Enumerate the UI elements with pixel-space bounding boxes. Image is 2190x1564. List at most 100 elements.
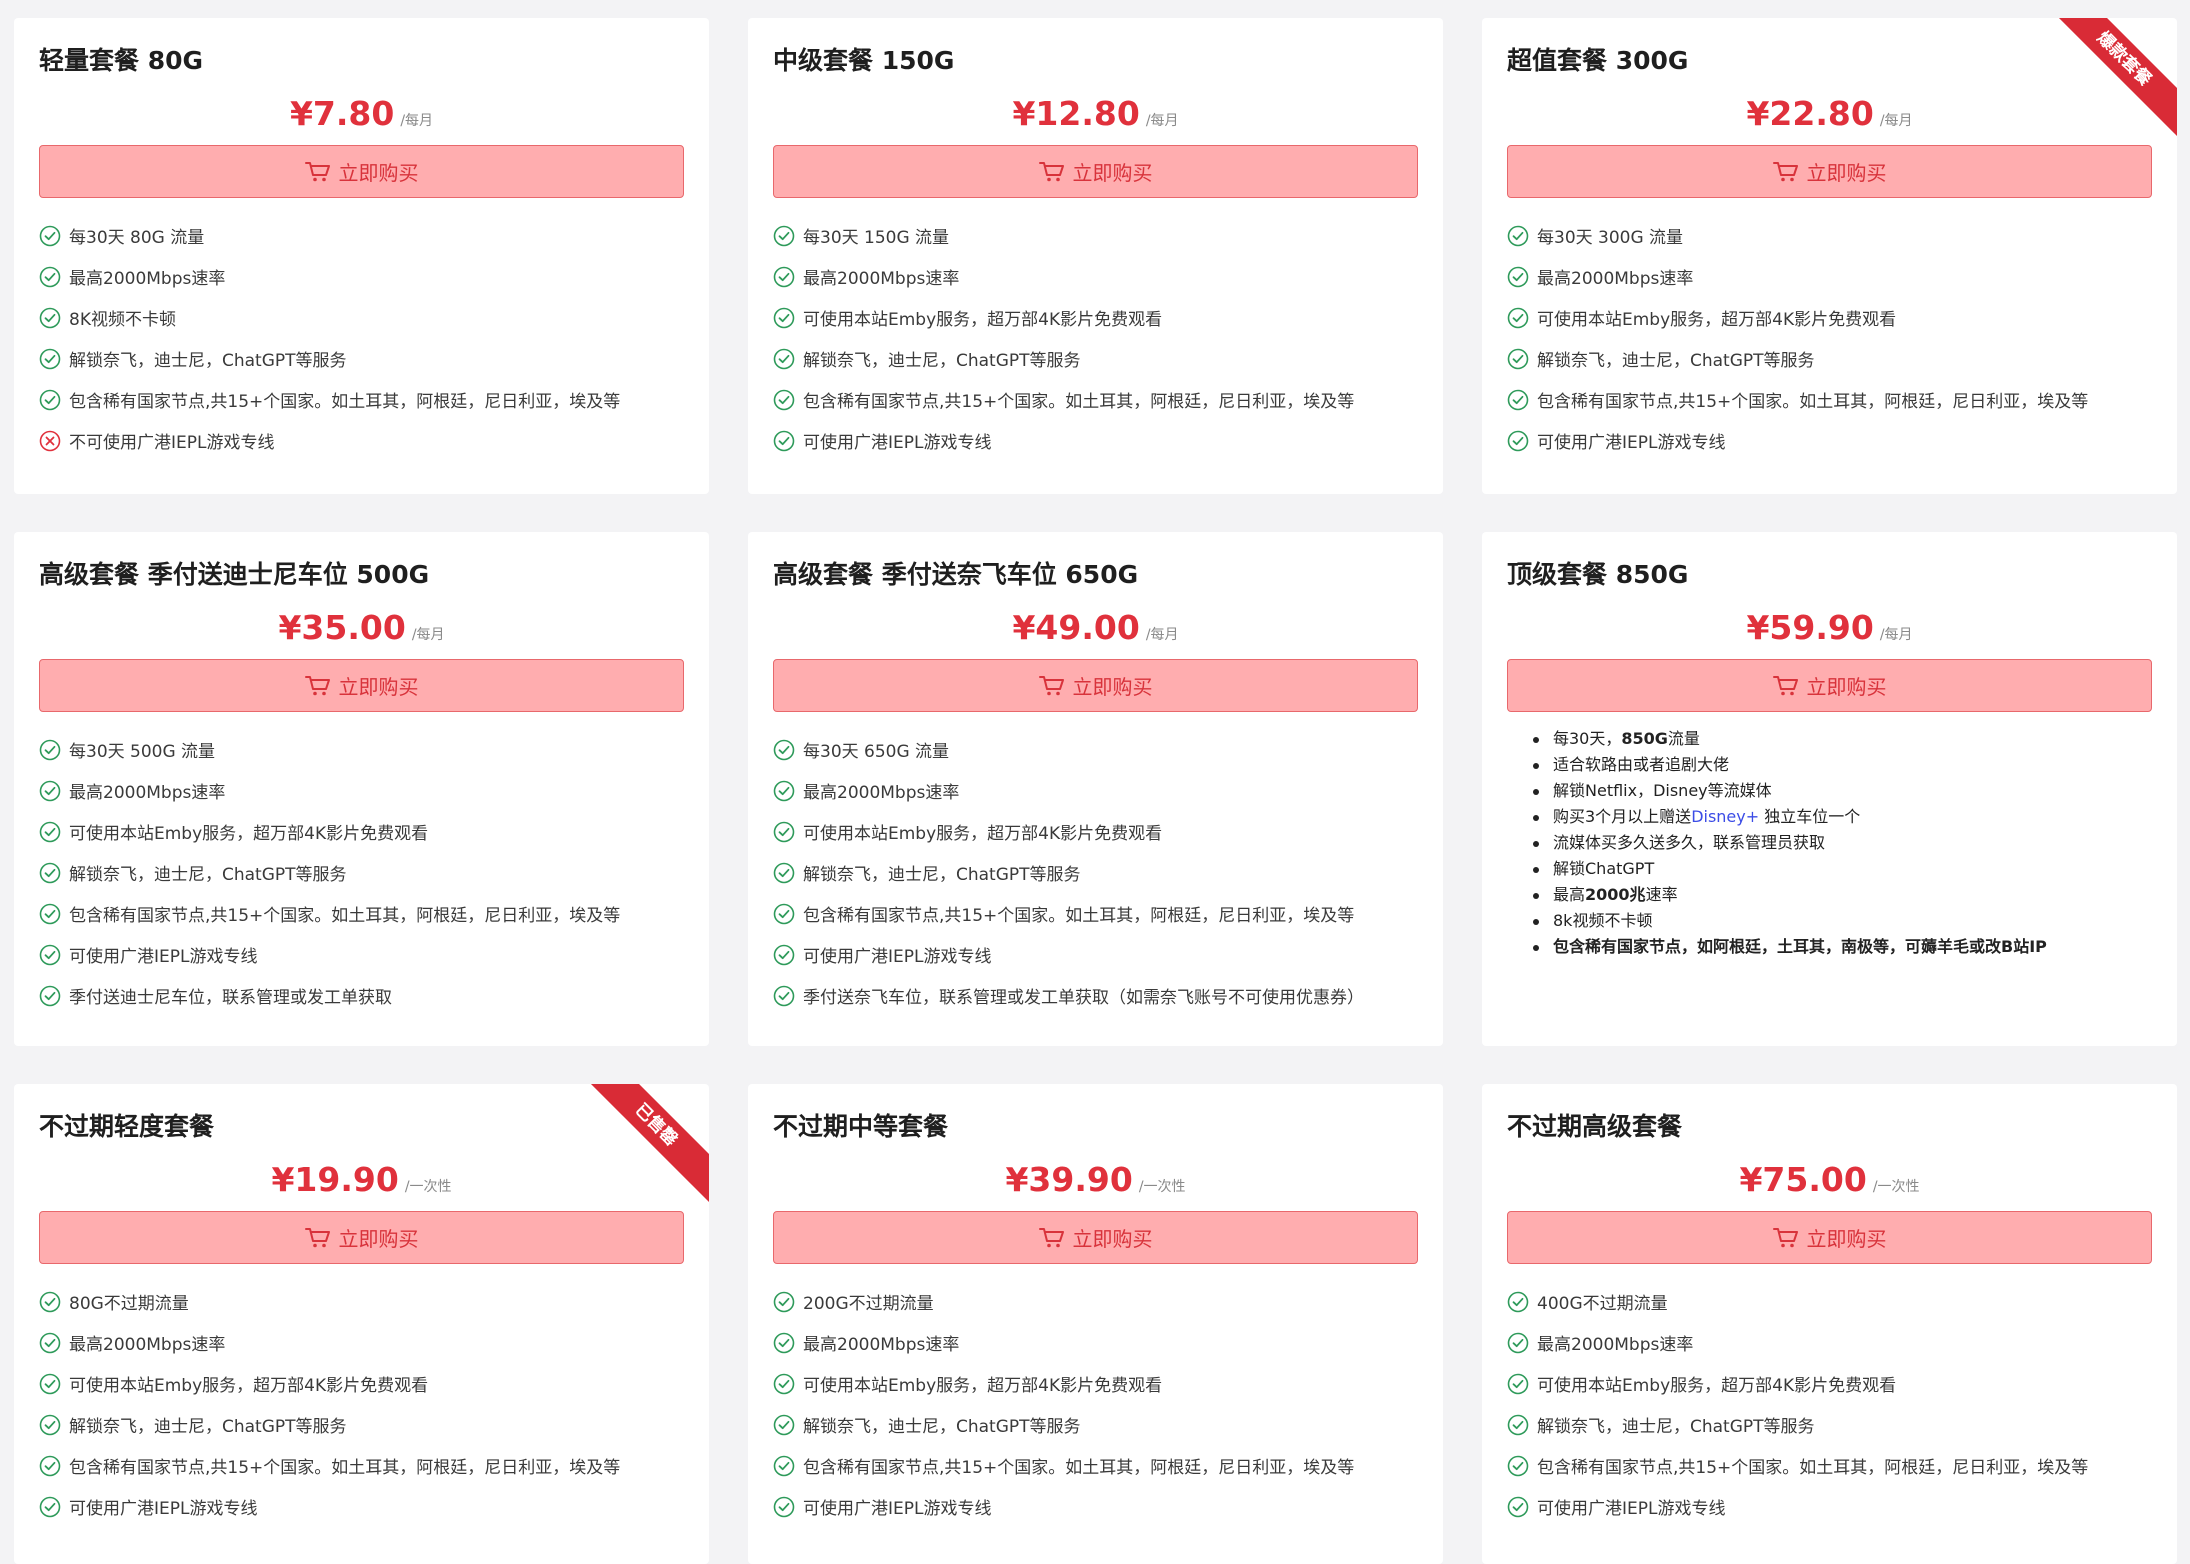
buy-button[interactable]: 立即购买: [773, 659, 1418, 712]
feature-text: 可使用广港IEPL游戏专线: [69, 947, 258, 967]
feature-item: 最高2000Mbps速率: [773, 1322, 1418, 1363]
feature-item: 包含稀有国家节点,共15+个国家。如土耳其，阿根廷，尼日利亚，埃及等: [39, 893, 684, 934]
feature-item: 最高2000Mbps速率: [39, 1322, 684, 1363]
bullet-item: 解锁ChatGPT: [1533, 856, 2152, 882]
cart-icon: [1772, 675, 1798, 695]
check-circle-icon: [1507, 307, 1529, 328]
price-row: ¥49.00/每月: [773, 603, 1418, 653]
buy-button[interactable]: 立即购买: [1507, 145, 2152, 198]
feature-text: 每30天 80G 流量: [69, 228, 205, 248]
feature-text: 包含稀有国家节点,共15+个国家。如土耳其，阿根廷，尼日利亚，埃及等: [803, 906, 1355, 926]
feature-list: 每30天 650G 流量 最高2000Mbps速率 可使用本站Emby服务，超万部4…: [773, 729, 1418, 1016]
check-circle-icon: [39, 348, 61, 369]
plan-period: /每月: [1879, 627, 1913, 643]
check-circle-icon: [39, 903, 61, 924]
bullet-item: 解锁Netflix，Disney等流媒体: [1533, 778, 2152, 804]
feature-item: 最高2000Mbps速率: [773, 770, 1418, 811]
bullet-pre: 购买3个月以上赠送: [1553, 807, 1692, 826]
check-circle-icon: [39, 739, 61, 760]
bullet-item: 8k视频不卡顿: [1533, 908, 2152, 934]
feature-item: 可使用本站Emby服务，超万部4K影片免费观看: [773, 297, 1418, 338]
cart-icon: [304, 1227, 330, 1247]
feature-text: 可使用广港IEPL游戏专线: [69, 1499, 258, 1519]
buy-button[interactable]: 立即购买: [1507, 1211, 2152, 1264]
feature-text: 包含稀有国家节点,共15+个国家。如土耳其，阿根廷，尼日利亚，埃及等: [1537, 392, 2089, 412]
feature-list: 80G不过期流量 最高2000Mbps速率 可使用本站Emby服务，超万部4K影片免…: [39, 1281, 684, 1527]
check-circle-icon: [773, 1291, 795, 1312]
feature-text: 解锁奈飞，迪士尼，ChatGPT等服务: [69, 351, 347, 371]
check-circle-icon: [773, 348, 795, 369]
bullet-pre: 最高: [1553, 885, 1586, 904]
plan-price: ¥22.80: [1746, 94, 1874, 133]
feature-item: 解锁奈飞，迪士尼，ChatGPT等服务: [1507, 338, 2152, 379]
check-circle-icon: [39, 266, 61, 287]
feature-text: 季付送奈飞车位，联系管理或发工单获取（如需奈飞账号不可使用优惠券）: [803, 988, 1364, 1008]
check-circle-icon: [1507, 1291, 1529, 1312]
cart-icon: [1038, 161, 1064, 181]
feature-item: 可使用广港IEPL游戏专线: [773, 420, 1418, 461]
feature-text: 可使用广港IEPL游戏专线: [1537, 1499, 1726, 1519]
feature-item: 季付送迪士尼车位，联系管理或发工单获取: [39, 975, 684, 1016]
feature-text: 最高2000Mbps速率: [69, 269, 226, 289]
feature-text: 最高2000Mbps速率: [803, 783, 960, 803]
check-circle-icon: [773, 944, 795, 965]
feature-item: 解锁奈飞，迪士尼，ChatGPT等服务: [773, 852, 1418, 893]
feature-text: 最高2000Mbps速率: [803, 1335, 960, 1355]
check-circle-icon: [39, 1496, 61, 1517]
feature-list: 每30天 80G 流量 最高2000Mbps速率 8K视频不卡顿 解锁奈飞，迪士尼，C…: [39, 215, 684, 461]
bullet-pre: 8k视频不卡顿: [1553, 911, 1653, 930]
buy-button-label: 立即购买: [338, 675, 419, 699]
buy-button-label: 立即购买: [1072, 1227, 1153, 1251]
buy-button-label: 立即购买: [1806, 161, 1887, 185]
feature-list: 每30天 300G 流量 最高2000Mbps速率 可使用本站Emby服务，超万部4…: [1507, 215, 2152, 461]
plan-card-9: 不过期高级套餐 ¥75.00/一次性 立即购买 400G不过期流量 最高2000M…: [1482, 1084, 2177, 1564]
plan-period: /每月: [411, 627, 445, 643]
feature-item: 解锁奈飞，迪士尼，ChatGPT等服务: [39, 1404, 684, 1445]
feature-text: 400G不过期流量: [1537, 1294, 1668, 1314]
feature-item: 包含稀有国家节点,共15+个国家。如土耳其，阿根廷，尼日利亚，埃及等: [39, 1445, 684, 1486]
plan-period: /每月: [1879, 113, 1913, 129]
feature-item: 可使用本站Emby服务，超万部4K影片免费观看: [39, 1363, 684, 1404]
feature-text: 200G不过期流量: [803, 1294, 934, 1314]
plan-price: ¥49.00: [1012, 608, 1140, 647]
plan-card-8: 不过期中等套餐 ¥39.90/一次性 立即购买 200G不过期流量 最高2000M…: [748, 1084, 1443, 1564]
check-circle-icon: [773, 1332, 795, 1353]
check-circle-icon: [1507, 266, 1529, 287]
cart-icon: [1772, 161, 1798, 181]
buy-button[interactable]: 立即购买: [39, 659, 684, 712]
plan-title: 不过期中等套餐: [773, 1112, 949, 1141]
feature-list: 每30天 500G 流量 最高2000Mbps速率 可使用本站Emby服务，超万部4…: [39, 729, 684, 1016]
buy-button[interactable]: 立即购买: [39, 1211, 684, 1264]
check-circle-icon: [39, 307, 61, 328]
plan-period: /每月: [1145, 627, 1179, 643]
buy-button[interactable]: 立即购买: [1507, 659, 2152, 712]
feature-item: 最高2000Mbps速率: [1507, 1322, 2152, 1363]
feature-item: 80G不过期流量: [39, 1281, 684, 1322]
feature-item: 包含稀有国家节点,共15+个国家。如土耳其，阿根廷，尼日利亚，埃及等: [39, 379, 684, 420]
check-circle-icon: [773, 985, 795, 1006]
check-circle-icon: [773, 307, 795, 328]
plan-period: /每月: [400, 113, 434, 129]
feature-text: 解锁奈飞，迪士尼，ChatGPT等服务: [803, 351, 1081, 371]
feature-item: 季付送奈飞车位，联系管理或发工单获取（如需奈飞账号不可使用优惠券）: [773, 975, 1418, 1016]
buy-button[interactable]: 立即购买: [39, 145, 684, 198]
bullet-item: 包含稀有国家节点，如阿根廷，土耳其，南极等，可薅羊毛或改B站IP: [1533, 934, 2152, 960]
bullet-item: 购买3个月以上赠送Disney+ 独立车位一个: [1533, 804, 2152, 830]
bullet-link[interactable]: Disney+: [1691, 807, 1759, 826]
feature-item: 解锁奈飞，迪士尼，ChatGPT等服务: [773, 338, 1418, 379]
check-circle-icon: [773, 266, 795, 287]
check-circle-icon: [773, 1455, 795, 1476]
plan-period: /每月: [1145, 113, 1179, 129]
buy-button[interactable]: 立即购买: [773, 145, 1418, 198]
feature-item: 解锁奈飞，迪士尼，ChatGPT等服务: [39, 852, 684, 893]
feature-item: 可使用广港IEPL游戏专线: [1507, 1486, 2152, 1527]
buy-button[interactable]: 立即购买: [773, 1211, 1418, 1264]
feature-text: 可使用广港IEPL游戏专线: [1537, 433, 1726, 453]
feature-text: 可使用广港IEPL游戏专线: [803, 947, 992, 967]
feature-item: 可使用广港IEPL游戏专线: [1507, 420, 2152, 461]
feature-text: 可使用本站Emby服务，超万部4K影片免费观看: [1537, 1376, 1897, 1396]
buy-button-label: 立即购买: [1072, 161, 1153, 185]
feature-list: 每30天 150G 流量 最高2000Mbps速率 可使用本站Emby服务，超万部4…: [773, 215, 1418, 461]
bullet-bold: 2000兆: [1585, 885, 1646, 904]
check-circle-icon: [39, 1455, 61, 1476]
